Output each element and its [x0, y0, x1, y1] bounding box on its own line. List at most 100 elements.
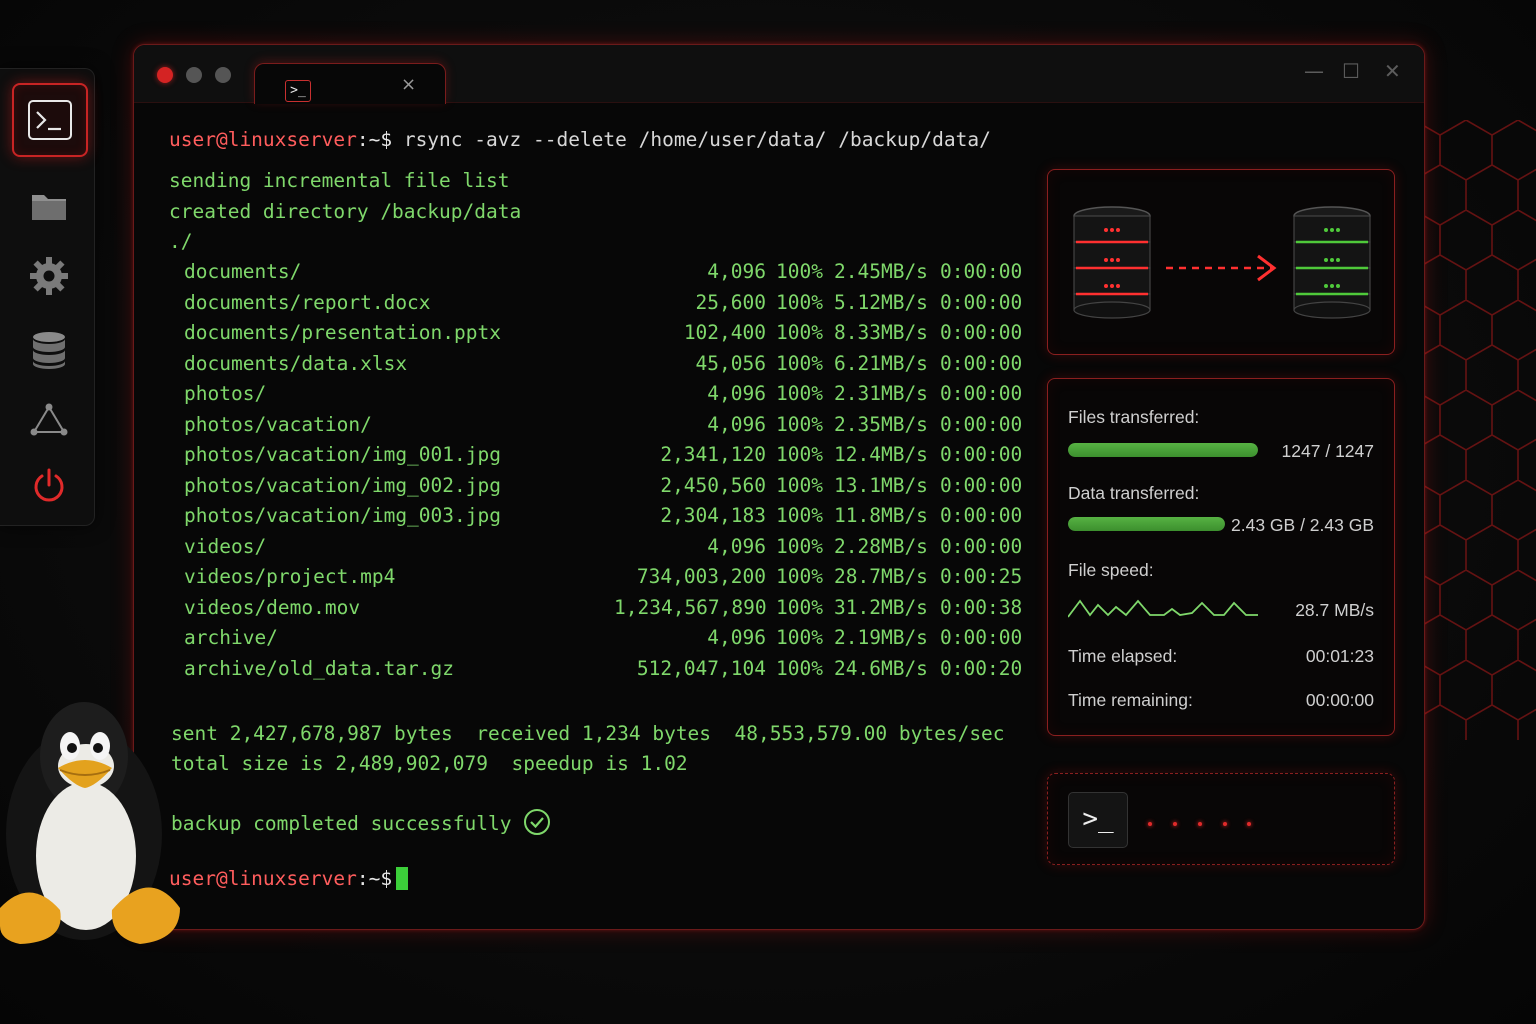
file-path: documents/presentation.pptx — [184, 321, 501, 344]
file-size: 512,047,104 — [636, 656, 766, 680]
time-remaining-value: 00:00:00 — [1305, 690, 1374, 710]
file-size: 2,341,120 — [660, 443, 766, 466]
success-line: backup completed successfully — [171, 808, 551, 836]
file-rate: 2.28MB/s — [834, 534, 928, 558]
data-transferred-label: Data transferred: — [1068, 483, 1200, 503]
file-rate: 12.4MB/s — [834, 443, 928, 466]
file-time: 0:00:00 — [940, 504, 1023, 527]
summary-line: total size is 2,489,902,079 speedup is 1… — [171, 752, 688, 775]
loading-dot — [1173, 822, 1177, 826]
file-size: 4,096 — [707, 534, 766, 558]
file-time: 0:00:20 — [940, 656, 1023, 680]
dock-files[interactable] — [14, 171, 84, 241]
text-cursor — [396, 867, 408, 890]
dock-network[interactable] — [14, 385, 84, 455]
output-header-line: sending incremental file list — [169, 169, 510, 192]
dock-database[interactable] — [14, 315, 84, 385]
file-rate: 8.33MB/s — [834, 321, 928, 344]
file-rate: 2.19MB/s — [834, 626, 928, 649]
file-rate: 31.2MB/s — [834, 595, 928, 619]
file-percent: 100% — [776, 656, 823, 680]
gear-icon — [30, 257, 68, 295]
file-path: documents/ — [184, 260, 302, 283]
file-rate: 5.12MB/s — [834, 290, 928, 314]
output-header-line: created directory /backup/data — [169, 200, 522, 223]
file-path: photos/vacation/img_003.jpg — [184, 504, 501, 527]
dock-terminal[interactable] — [12, 83, 88, 157]
file-size: 4,096 — [707, 626, 766, 649]
files-transferred-value: 1247 / 1247 — [1281, 441, 1374, 461]
database-icon — [33, 332, 65, 369]
file-percent: 100% — [776, 626, 823, 649]
file-rate: 2.45MB/s — [834, 260, 928, 283]
file-rate: 28.7MB/s — [834, 565, 928, 588]
file-time: 0:00:00 — [940, 351, 1023, 375]
time-elapsed-value: 00:01:23 — [1305, 646, 1374, 666]
file-percent: 100% — [776, 443, 823, 466]
terminal-window: >_ × — ☐ ✕ user@linuxserver:~$ rsync -av… — [133, 44, 1425, 930]
prompt-line: user@linuxserver:~$ — [169, 867, 392, 890]
files-progress-bar — [1068, 443, 1258, 457]
file-path: photos/vacation/ — [184, 412, 372, 436]
file-percent: 100% — [776, 565, 823, 588]
mini-terminal-panel[interactable]: >_ — [1047, 773, 1395, 865]
folder-icon — [32, 195, 66, 220]
dock-settings[interactable] — [14, 241, 84, 311]
file-time: 0:00:00 — [940, 382, 1023, 405]
file-rate: 2.35MB/s — [834, 412, 928, 436]
terminal-icon[interactable]: >_ — [1068, 792, 1128, 848]
sync-diagram-panel — [1047, 169, 1395, 355]
loading-dot — [1247, 822, 1251, 826]
file-size: 4,096 — [707, 382, 766, 405]
file-percent: 100% — [776, 351, 823, 375]
file-percent: 100% — [776, 290, 823, 314]
file-time: 0:00:00 — [940, 473, 1023, 497]
file-path: photos/ — [184, 382, 267, 405]
network-icon — [30, 403, 68, 436]
file-size: 2,304,183 — [660, 504, 766, 527]
file-rate: 2.31MB/s — [834, 382, 928, 405]
loading-dot — [1223, 822, 1227, 826]
file-percent: 100% — [776, 534, 823, 558]
data-progress-bar — [1068, 517, 1225, 531]
file-time: 0:00:00 — [940, 443, 1023, 466]
file-size: 102,400 — [683, 321, 766, 344]
data-progress-fill — [1068, 517, 1225, 531]
file-rate: 6.21MB/s — [834, 351, 928, 375]
summary-line: sent 2,427,678,987 bytes received 1,234 … — [171, 722, 1005, 745]
file-path: archive/old_data.tar.gz — [184, 656, 455, 680]
file-speed-value: 28.7 MB/s — [1295, 600, 1374, 620]
speed-sparkline — [1068, 599, 1258, 618]
dock-power[interactable] — [14, 451, 84, 521]
file-rate: 11.8MB/s — [834, 504, 928, 527]
file-path: videos/demo.mov — [184, 595, 361, 619]
time-elapsed-label: Time elapsed: — [1068, 646, 1178, 666]
file-speed-label: File speed: — [1068, 560, 1154, 580]
source-server-icon — [1073, 206, 1151, 319]
file-time: 0:00:00 — [940, 626, 1023, 649]
tux-penguin-logo — [0, 702, 180, 944]
server-sync-illustration — [1073, 206, 1371, 319]
file-path: videos/ — [184, 534, 267, 558]
command-line: user@linuxserver:~$ rsync -avz --delete … — [169, 128, 991, 151]
file-percent: 100% — [776, 321, 823, 344]
command-text: rsync -avz --delete /home/user/data/ /ba… — [403, 128, 991, 151]
file-size: 4,096 — [707, 260, 766, 283]
file-rate: 24.6MB/s — [834, 656, 928, 680]
prompt-separator: :~$ — [356, 128, 393, 151]
file-percent: 100% — [776, 412, 823, 436]
transfer-stats-panel: Files transferred: 1247 / 1247 Data tran… — [1047, 378, 1395, 736]
file-time: 0:00:38 — [940, 595, 1023, 619]
terminal-icon — [28, 100, 72, 140]
file-percent: 100% — [776, 473, 823, 497]
files-progress-fill — [1068, 443, 1258, 457]
file-time: 0:00:00 — [940, 290, 1023, 314]
file-percent: 100% — [776, 504, 823, 527]
loading-dot — [1148, 822, 1152, 826]
prompt-separator: :~$ — [356, 867, 393, 890]
data-transferred-value: 2.43 GB / 2.43 GB — [1231, 515, 1374, 535]
file-time: 0:00:25 — [940, 565, 1023, 588]
file-time: 0:00:00 — [940, 534, 1023, 558]
output-header-line: ./ — [169, 230, 193, 253]
power-icon — [34, 468, 64, 502]
